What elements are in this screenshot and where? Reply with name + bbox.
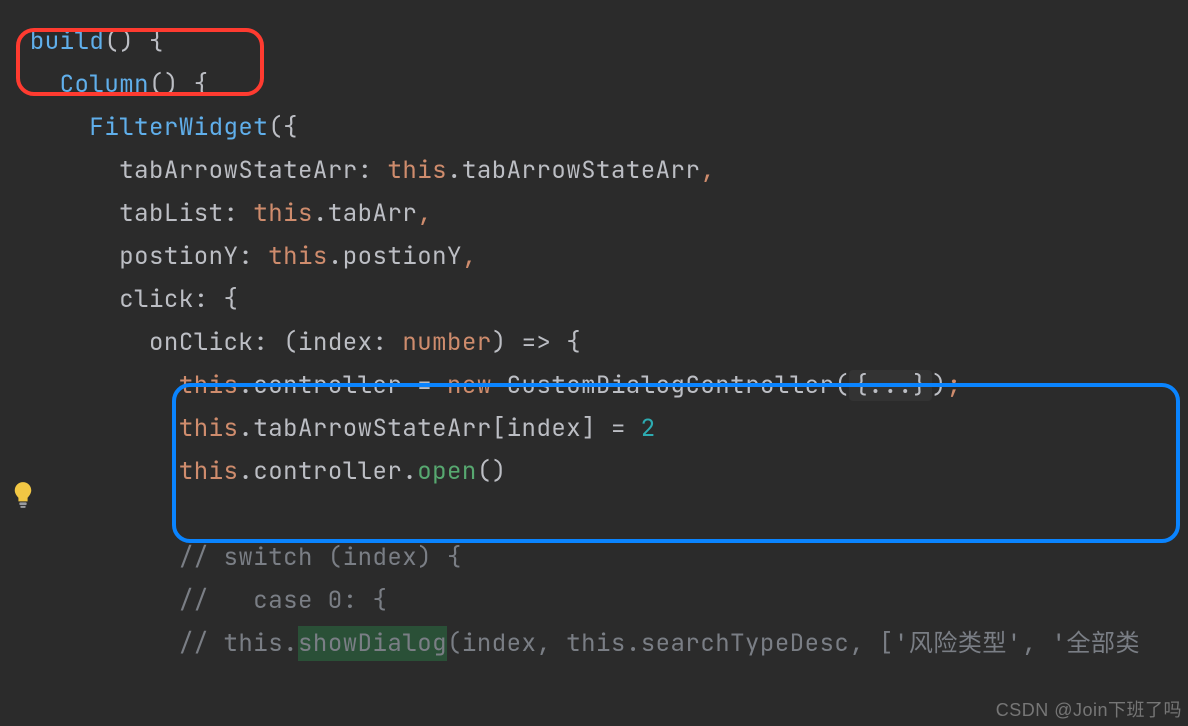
code-line[interactable]: click: {: [0, 278, 1188, 321]
token-comment: // case 0: {: [179, 585, 388, 616]
code-line[interactable]: build() {: [0, 20, 1188, 63]
code-line[interactable]: tabList: this.tabArr,: [0, 192, 1188, 235]
token-this: this: [387, 155, 447, 186]
code-line[interactable]: // switch (index) {: [0, 536, 1188, 579]
token-method: open: [417, 456, 477, 487]
token-function: build: [30, 26, 105, 57]
token-property: onClick: [149, 327, 253, 358]
code-line[interactable]: this.controller.open(): [0, 450, 1188, 493]
token-number: 2: [641, 413, 656, 444]
token-function: Column: [60, 69, 149, 100]
token-brace: {: [134, 26, 164, 57]
code-editor[interactable]: build() { Column() { FilterWidget({ tabA…: [0, 0, 1188, 726]
token-property: tabArrowStateArr: [119, 155, 357, 186]
token-keyword: new: [447, 370, 492, 401]
token-parens: (): [104, 26, 134, 57]
watermark: CSDN @Join下班了吗: [996, 696, 1182, 722]
token-property: click: [119, 284, 194, 315]
code-area[interactable]: build() { Column() { FilterWidget({ tabA…: [0, 20, 1188, 665]
token-property: tabList: [119, 198, 223, 229]
token-comment: // switch (index) {: [179, 542, 462, 573]
token-function: FilterWidget: [89, 112, 268, 143]
token-comment: // this.: [179, 628, 298, 659]
code-line[interactable]: tabArrowStateArr: this.tabArrowStateArr,: [0, 149, 1188, 192]
selection-highlight: showDialog: [298, 626, 447, 661]
token-property: postionY: [119, 241, 238, 272]
code-fold[interactable]: {...}: [849, 370, 932, 401]
code-line[interactable]: this.controller = new CustomDialogContro…: [0, 364, 1188, 407]
code-line[interactable]: FilterWidget({: [0, 106, 1188, 149]
code-line[interactable]: [0, 493, 1188, 536]
token-class: CustomDialogController: [507, 370, 835, 401]
code-line[interactable]: onClick: (index: number) => {: [0, 321, 1188, 364]
lightbulb-icon[interactable]: [12, 480, 34, 510]
code-line[interactable]: Column() {: [0, 63, 1188, 106]
code-line[interactable]: this.tabArrowStateArr[index] = 2: [0, 407, 1188, 450]
code-line[interactable]: postionY: this.postionY,: [0, 235, 1188, 278]
token-type: number: [402, 327, 491, 358]
code-line[interactable]: // this.showDialog(index, this.searchTyp…: [0, 622, 1188, 665]
code-line[interactable]: // case 0: {: [0, 579, 1188, 622]
